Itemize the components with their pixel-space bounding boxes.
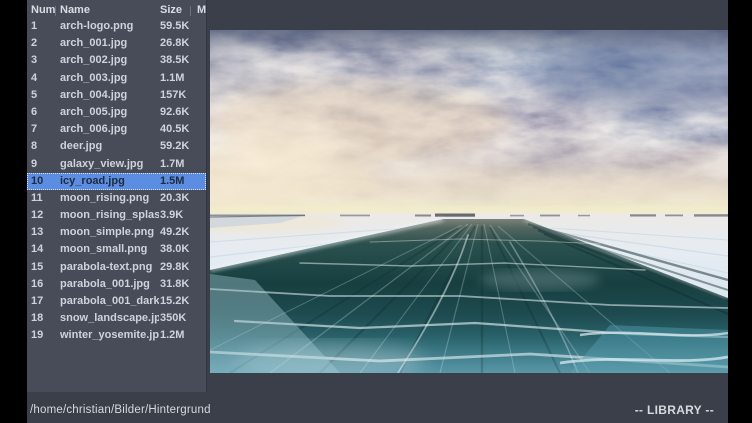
file-name: winter_yosemite.jpg — [60, 327, 159, 344]
file-size: 92.6K — [160, 104, 189, 121]
file-size: 20.3K — [160, 190, 189, 207]
file-name: moon_small.png — [60, 241, 159, 258]
file-number: 2 — [31, 35, 37, 52]
file-row[interactable]: 15 parabola-text.png29.8K — [27, 259, 206, 276]
current-directory-path: /home/christian/Bilder/Hintergrund — [30, 404, 211, 416]
file-name: snow_landscape.jpg — [60, 310, 159, 327]
file-name: arch-logo.png — [60, 18, 159, 35]
file-row[interactable]: 13 moon_simple.png49.2K — [27, 224, 206, 241]
image-preview[interactable] — [210, 30, 728, 373]
file-size: 29.8K — [160, 259, 189, 276]
file-row[interactable]: 11 moon_rising.png20.3K — [27, 190, 206, 207]
file-row[interactable]: 14 moon_small.png38.0K — [27, 241, 206, 258]
column-header-size: Size — [160, 2, 182, 18]
file-row[interactable]: 5 arch_004.jpg157K — [27, 87, 206, 104]
file-name: parabola-text.png — [60, 259, 159, 276]
file-name: arch_002.jpg — [60, 52, 159, 69]
file-number: 3 — [31, 52, 37, 69]
file-name: moon_rising.png — [60, 190, 159, 207]
file-size: 157K — [160, 87, 186, 104]
file-name: icy_road.jpg — [60, 173, 159, 190]
file-row[interactable]: 4 arch_003.jpg1.1M — [27, 70, 206, 87]
file-size: 3.9K — [160, 207, 183, 224]
icy-road-photo — [210, 30, 728, 373]
file-row[interactable]: 12 moon_rising_splash.jpg3.9K — [27, 207, 206, 224]
file-row[interactable]: 17 parabola_001_dark.jpg15.2K — [27, 293, 206, 310]
status-bar: /home/christian/Bilder/Hintergrund -- LI… — [27, 397, 728, 423]
file-size: 26.8K — [160, 35, 189, 52]
mode-indicator: -- LIBRARY -- — [635, 403, 714, 417]
column-separator — [190, 6, 191, 16]
file-size: 38.0K — [160, 241, 189, 258]
file-row[interactable]: 2 arch_001.jpg26.8K — [27, 35, 206, 52]
file-number: 15 — [31, 259, 43, 276]
file-size: 1.1M — [160, 70, 184, 87]
column-header-name: Name — [60, 2, 90, 18]
file-name: arch_005.jpg — [60, 104, 159, 121]
library-pane: Num Name Size M 1 arch-logo.png59.5K 2 arch… — [27, 0, 207, 392]
file-size: 15.2K — [160, 293, 189, 310]
file-name: parabola_001.jpg — [60, 276, 159, 293]
file-number: 18 — [31, 310, 43, 327]
file-row[interactable]: 16 parabola_001.jpg31.8K — [27, 276, 206, 293]
column-separator — [55, 6, 56, 16]
file-number: 1 — [31, 18, 37, 35]
file-row[interactable]: 6 arch_005.jpg92.6K — [27, 104, 206, 121]
file-size: 40.5K — [160, 121, 189, 138]
file-row[interactable]: 7 arch_006.jpg40.5K — [27, 121, 206, 138]
file-rows: 1 arch-logo.png59.5K 2 arch_001.jpg26.8K 3 ar… — [27, 18, 206, 345]
file-number: 9 — [31, 156, 37, 173]
file-row[interactable]: 1 arch-logo.png59.5K — [27, 18, 206, 35]
file-number: 19 — [31, 327, 43, 344]
file-number: 11 — [31, 190, 43, 207]
file-size: 1.7M — [160, 156, 184, 173]
file-name: arch_004.jpg — [60, 87, 159, 104]
file-row[interactable]: 9 galaxy_view.jpg1.7M — [27, 156, 206, 173]
file-row[interactable]: 8 deer.jpg59.2K — [27, 138, 206, 155]
file-number: 16 — [31, 276, 43, 293]
file-name: arch_003.jpg — [60, 70, 159, 87]
file-row[interactable]: 19 winter_yosemite.jpg1.2M — [27, 327, 206, 344]
letterbox-right — [728, 0, 752, 423]
column-header-num: Num — [31, 2, 55, 18]
file-size: 1.2M — [160, 327, 184, 344]
file-size: 59.5K — [160, 18, 189, 35]
column-header-marked: M — [197, 2, 206, 18]
file-row[interactable]: 10 icy_road.jpg1.5M — [27, 173, 206, 190]
file-name: arch_006.jpg — [60, 121, 159, 138]
file-number: 8 — [31, 138, 37, 155]
file-size: 1.5M — [160, 173, 184, 190]
file-name: deer.jpg — [60, 138, 159, 155]
file-row[interactable]: 18 snow_landscape.jpg350K — [27, 310, 206, 327]
file-name: arch_001.jpg — [60, 35, 159, 52]
file-number: 14 — [31, 241, 43, 258]
app-window: Num Name Size M 1 arch-logo.png59.5K 2 arch… — [0, 0, 752, 423]
file-size: 49.2K — [160, 224, 189, 241]
file-name: moon_rising_splash.jpg — [60, 207, 159, 224]
file-name: galaxy_view.jpg — [60, 156, 159, 173]
file-number: 12 — [31, 207, 43, 224]
file-number: 7 — [31, 121, 37, 138]
letterbox-left — [0, 0, 27, 423]
file-number: 17 — [31, 293, 43, 310]
image-viewer: Num Name Size M 1 arch-logo.png59.5K 2 arch… — [27, 0, 728, 423]
file-name: parabola_001_dark.jpg — [60, 293, 159, 310]
file-number: 10 — [31, 173, 43, 190]
library-column-header: Num Name Size M — [27, 2, 206, 18]
file-number: 6 — [31, 104, 37, 121]
file-row[interactable]: 3 arch_002.jpg38.5K — [27, 52, 206, 69]
file-number: 13 — [31, 224, 43, 241]
file-size: 59.2K — [160, 138, 189, 155]
file-number: 5 — [31, 87, 37, 104]
file-name: moon_simple.png — [60, 224, 159, 241]
file-size: 38.5K — [160, 52, 189, 69]
file-number: 4 — [31, 70, 37, 87]
file-size: 350K — [160, 310, 186, 327]
file-size: 31.8K — [160, 276, 189, 293]
